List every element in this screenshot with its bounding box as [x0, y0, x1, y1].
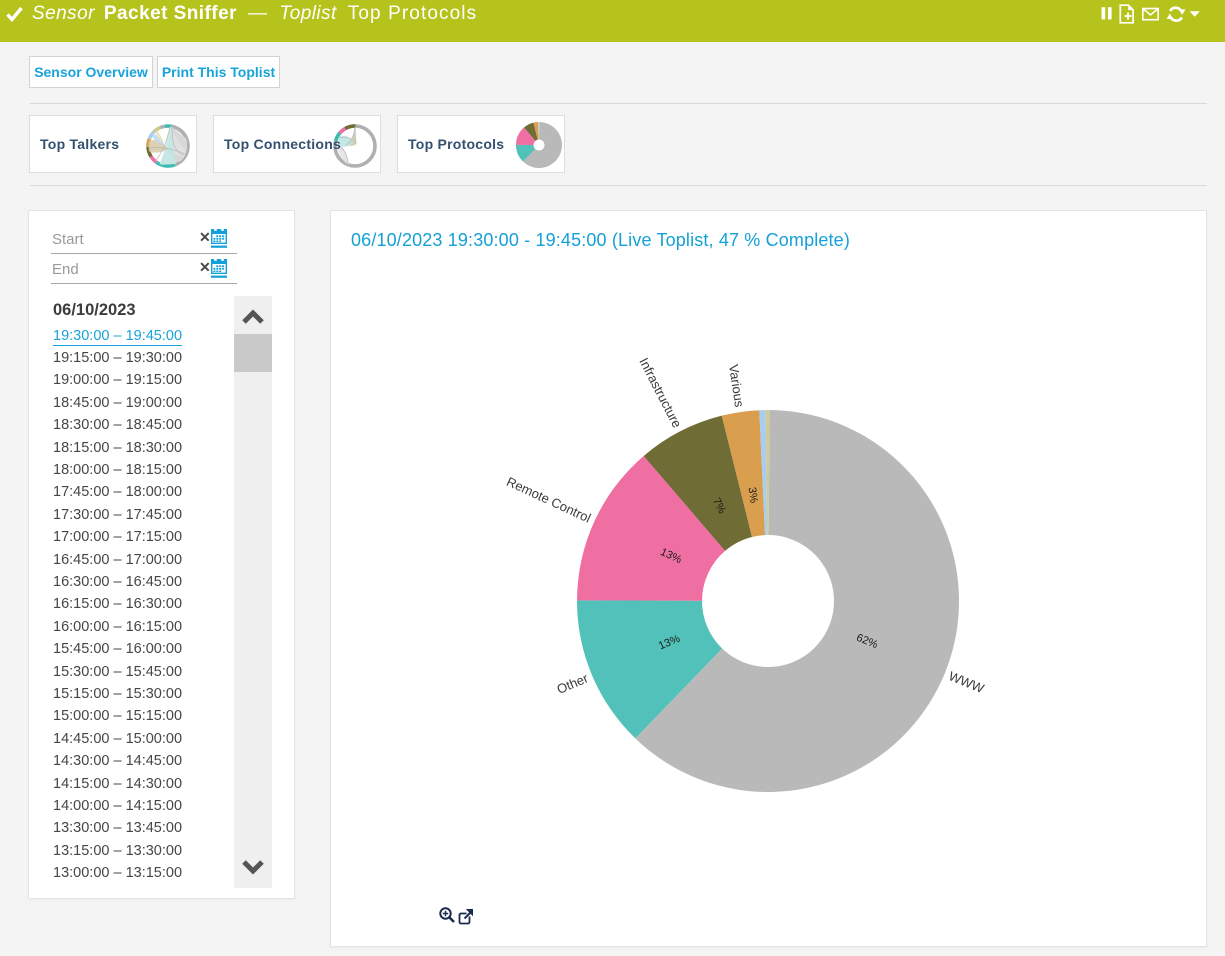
svg-text:3%: 3%	[746, 486, 760, 504]
svg-text:Remote Control: Remote Control	[504, 474, 593, 526]
svg-text:WWW: WWW	[947, 668, 987, 696]
svg-text:Other: Other	[555, 670, 591, 697]
svg-text:Various: Various	[726, 363, 747, 408]
svg-text:Infrastructure: Infrastructure	[636, 355, 684, 430]
